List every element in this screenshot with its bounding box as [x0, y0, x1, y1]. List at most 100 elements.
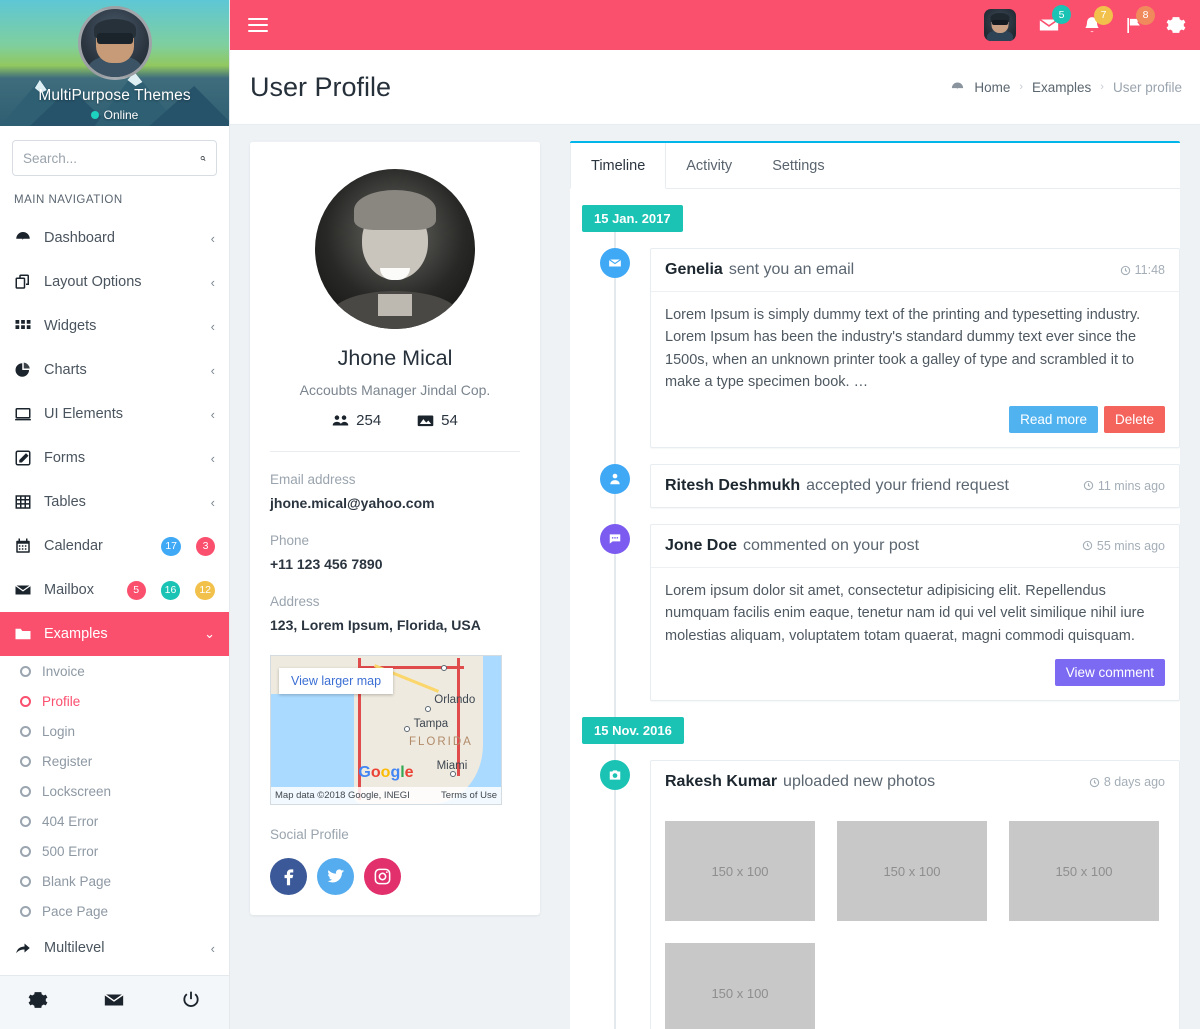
sidebar-item-multilevel[interactable]: Multilevel ‹ — [0, 926, 229, 970]
twitter-icon[interactable] — [317, 858, 354, 895]
tab-timeline[interactable]: Timeline — [570, 143, 667, 189]
dashboard-icon — [14, 229, 32, 247]
sidebar-label: Tables — [44, 494, 86, 510]
sidebar-avatar[interactable] — [77, 6, 152, 80]
timeline-time: 8 days ago — [1089, 775, 1165, 789]
circle-icon — [20, 725, 31, 737]
sidebar-subitem-profile[interactable]: Profile — [0, 686, 229, 716]
timeline-header: Genelia sent you an email 11:48 — [651, 249, 1179, 291]
breadcrumb-examples[interactable]: Examples — [1032, 80, 1091, 95]
social-links — [270, 858, 520, 895]
circle-icon — [20, 875, 31, 887]
sidebar-item-layout-options[interactable]: Layout Options ‹ — [0, 260, 229, 304]
location-map[interactable]: Orlando Tampa FLORIDA Miami View larger … — [270, 655, 502, 805]
map-terms-link[interactable]: Terms of Use — [441, 790, 497, 801]
sidebar-item-examples[interactable]: Examples ⌄ — [0, 612, 229, 656]
sidebar-item-calendar[interactable]: Calendar 17 3 — [0, 524, 229, 568]
sidebar-nav: Dashboard ‹ Layout Options ‹ Widgets ‹ C… — [0, 216, 229, 975]
profile-card: Jhone Mical Accoubts Manager Jindal Cop.… — [250, 141, 540, 915]
hamburger-menu-icon[interactable] — [248, 18, 268, 32]
google-logo: Google — [358, 764, 414, 781]
timeline-actions: Read more Delete — [651, 405, 1179, 447]
sidebar-subitem-blank-page[interactable]: Blank Page — [0, 866, 229, 896]
photo-thumbnail[interactable]: 150 x 100 — [837, 821, 987, 922]
power-icon[interactable] — [181, 990, 201, 1015]
social-profile-label: Social Profile — [270, 827, 349, 842]
sidebar-subitem-500-error[interactable]: 500 Error — [0, 836, 229, 866]
mailbox-badge-success: 16 — [160, 580, 181, 600]
phone-value: +11 123 456 7890 — [270, 556, 383, 572]
search-box[interactable] — [12, 140, 217, 176]
photo-thumbnail[interactable]: 150 x 100 — [1009, 821, 1159, 922]
tab-activity[interactable]: Activity — [666, 143, 752, 188]
search-input[interactable] — [23, 150, 200, 166]
sidebar-subitem-404-error[interactable]: 404 Error — [0, 806, 229, 836]
sidebar-label: Widgets — [44, 318, 97, 334]
envelope-icon — [600, 248, 630, 278]
share-icon — [14, 939, 32, 957]
map-city-tampa: Tampa — [413, 718, 449, 731]
sidebar-subitem-login[interactable]: Login — [0, 716, 229, 746]
timeline-panel: Timeline Activity Settings 15 Jan. 2017 — [570, 141, 1180, 1029]
friends-icon — [332, 415, 349, 426]
breadcrumb-current: User profile — [1112, 79, 1182, 95]
sidebar-sublabel: 404 Error — [42, 813, 99, 829]
topbar-notifications-button[interactable]: 7 — [1082, 5, 1113, 36]
gear-icon[interactable] — [28, 990, 48, 1015]
email-label: Email address — [270, 472, 356, 487]
sidebar-item-ui-elements[interactable]: UI Elements ‹ — [0, 392, 229, 436]
timeline-time: 11 mins ago — [1083, 479, 1165, 493]
address-value: 123, Lorem Ipsum, Florida, USA — [270, 617, 481, 633]
circle-icon — [20, 755, 31, 767]
sidebar-subitem-invoice[interactable]: Invoice — [0, 656, 229, 686]
sidebar-item-forms[interactable]: Forms ‹ — [0, 436, 229, 480]
view-larger-map-button[interactable]: View larger map — [279, 668, 394, 694]
envelope-icon — [14, 581, 32, 599]
tab-settings[interactable]: Settings — [752, 143, 844, 188]
topbar-avatar[interactable] — [984, 9, 1016, 41]
envelope-icon[interactable] — [103, 989, 125, 1016]
sidebar-sublabel: Lockscreen — [42, 783, 112, 799]
timeline-card: Rakesh Kumar uploaded new photos 8 days … — [650, 760, 1180, 1029]
timeline-item: Ritesh Deshmukh accepted your friend req… — [570, 463, 1180, 508]
map-city-orlando: Orlando — [434, 694, 476, 707]
photo-thumbnail[interactable]: 150 x 100 — [665, 943, 815, 1029]
sidebar-profile-header: MultiPurpose Themes Online — [0, 0, 229, 126]
sidebar-subitem-lockscreen[interactable]: Lockscreen — [0, 776, 229, 806]
circle-icon — [20, 785, 31, 797]
search-icon[interactable] — [200, 151, 206, 166]
timeline-date-badge: 15 Nov. 2016 — [582, 717, 684, 745]
sidebar-sublabel: Blank Page — [42, 873, 112, 889]
calendar-badge-primary: 17 — [161, 536, 181, 556]
read-more-button[interactable]: Read more — [1009, 405, 1098, 433]
breadcrumb-home[interactable]: Home — [974, 80, 1010, 95]
breadcrumb: Home › Examples › User profile — [950, 80, 1182, 95]
sidebar-label: UI Elements — [44, 406, 123, 422]
sidebar-subitem-register[interactable]: Register — [0, 746, 229, 776]
topbar-messages-button[interactable]: 5 — [1038, 5, 1071, 36]
clock-icon — [1083, 481, 1094, 491]
sidebar-label: Charts — [44, 362, 87, 378]
timeline-actor: Jone Doe — [665, 536, 738, 554]
sidebar-item-widgets[interactable]: Widgets ‹ — [0, 304, 229, 348]
topbar-flags-button[interactable]: 8 — [1124, 5, 1155, 36]
view-comment-button[interactable]: View comment — [1054, 659, 1165, 687]
circle-icon — [20, 695, 31, 707]
sidebar-item-mailbox[interactable]: Mailbox 5 16 12 — [0, 568, 229, 612]
sidebar-item-dashboard[interactable]: Dashboard ‹ — [0, 216, 229, 260]
gear-icon[interactable] — [1166, 15, 1186, 35]
table-icon — [14, 493, 32, 511]
sidebar-item-charts[interactable]: Charts ‹ — [0, 348, 229, 392]
sidebar-subitem-pace-page[interactable]: Pace Page — [0, 896, 229, 926]
facebook-icon[interactable] — [270, 858, 307, 895]
topbar-settings-button[interactable] — [1166, 15, 1186, 35]
profile-avatar — [315, 169, 475, 329]
photos-icon — [417, 415, 434, 427]
map-attribution: Map data ©2018 Google, INEGI — [275, 790, 410, 801]
sidebar-item-tables[interactable]: Tables ‹ — [0, 480, 229, 524]
instagram-icon[interactable] — [364, 858, 401, 895]
delete-button[interactable]: Delete — [1103, 405, 1165, 433]
chevron-left-icon: ‹ — [210, 274, 215, 290]
page-title: User Profile — [250, 71, 392, 102]
photo-thumbnail[interactable]: 150 x 100 — [665, 821, 815, 922]
